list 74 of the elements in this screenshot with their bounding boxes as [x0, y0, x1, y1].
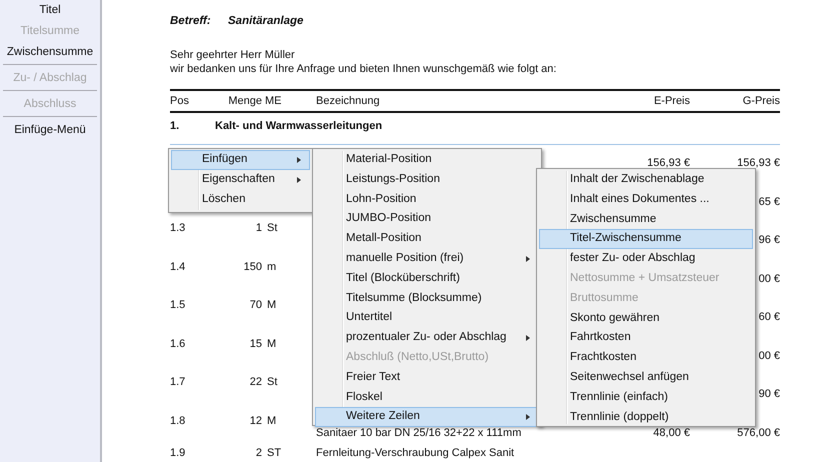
- table-cell: 70: [250, 299, 262, 311]
- column-header: Bezeichnung: [316, 94, 381, 109]
- sidebar-button[interactable]: Einfüge-Menü: [0, 121, 100, 142]
- menu-item[interactable]: Freier Text: [315, 368, 539, 388]
- table-cell-text: St: [266, 376, 278, 388]
- table-cell: 96 €: [758, 234, 780, 246]
- table-cell: Fernleitung-Verschraubung Calpex Sanit: [316, 447, 514, 459]
- menu-item[interactable]: Lohn-Position: [315, 190, 539, 210]
- subject-text: Sanitäranlage: [228, 15, 304, 27]
- sidebar-button[interactable]: Zwischensumme: [0, 43, 100, 64]
- menu-item[interactable]: manuelle Position (frei): [315, 248, 539, 269]
- menu-item[interactable]: Trennlinie (doppelt): [539, 408, 753, 428]
- section-title: Kalt- und Warmwasserleitungen: [215, 119, 384, 134]
- menu-item[interactable]: Fahrtkosten: [539, 328, 753, 348]
- sidebar-button[interactable]: Titel: [0, 1, 100, 22]
- table-cell: 15: [250, 338, 262, 350]
- table-cell-text: M: [266, 414, 278, 426]
- table-cell-text: St: [266, 222, 278, 234]
- table-cell-text: 1.9: [170, 447, 186, 459]
- menu-item[interactable]: Weitere Zeilen: [315, 407, 539, 428]
- menu-item[interactable]: Inhalt eines Dokumentes ...: [539, 190, 753, 210]
- menu-item[interactable]: Trennlinie (einfach): [539, 388, 753, 408]
- menu-item[interactable]: Leistungs-Position: [315, 170, 539, 190]
- table-cell-text: ST: [266, 447, 282, 459]
- menu-item[interactable]: Material-Position: [315, 150, 539, 170]
- table-cell: 12: [250, 414, 262, 426]
- menu-item[interactable]: JUMBO-Position: [315, 209, 539, 230]
- menu-item[interactable]: Skonto gewähren: [539, 308, 753, 328]
- table-cell: 48,00 €: [653, 426, 690, 438]
- table-cell-text: 1.7: [170, 376, 186, 388]
- table-cell-text: 1.8: [170, 414, 186, 426]
- menu-item[interactable]: Titel-Zwischensumme: [539, 229, 753, 250]
- menu-item[interactable]: Inhalt der Zwischenablage: [539, 170, 753, 190]
- menu-item[interactable]: Einfügen: [171, 150, 310, 170]
- menu-item[interactable]: Untertitel: [315, 308, 539, 328]
- menu-item[interactable]: Titel (Blocküberschrift): [315, 268, 539, 289]
- column-header: Menge: [227, 94, 262, 109]
- table-cell-text: m: [266, 260, 278, 272]
- table-cell: 150: [244, 260, 262, 272]
- column-header: ME: [264, 94, 282, 109]
- menu-item[interactable]: Metall-Position: [315, 229, 539, 249]
- menu-item[interactable]: Floskel: [315, 388, 539, 408]
- table-cell: 576,00 €: [737, 426, 780, 438]
- menu-item[interactable]: Zwischensumme: [539, 210, 753, 230]
- table-cell: 156,93 €: [737, 157, 780, 169]
- column-header: G-Preis: [742, 94, 780, 109]
- menu-item[interactable]: Titelsumme (Blocksumme): [315, 288, 539, 308]
- table-cell: 2: [256, 447, 262, 459]
- menu-item[interactable]: Seitenwechsel anfügen: [539, 368, 753, 388]
- table-cell-text: 1.4: [170, 260, 186, 272]
- table-cell: 22: [250, 376, 262, 388]
- table-cell: 1: [256, 222, 262, 234]
- table-cell: Sanitaer 10 bar DN 25/16 32+22 x 111mm: [316, 426, 522, 438]
- table-cell: 90 €: [758, 388, 780, 400]
- menu-item[interactable]: prozentualer Zu- oder Abschlag: [315, 328, 539, 348]
- table-cell: 60 €: [758, 311, 780, 323]
- table-cell: 00 €: [758, 272, 780, 284]
- intro-text: wir bedanken uns für Ihre Anfrage und bieten Ihnen wunschgemäß wie folgt an:: [170, 62, 558, 76]
- menu-item[interactable]: Eigenschaften: [171, 170, 310, 190]
- menu-item[interactable]: fester Zu- oder Abschlag: [539, 249, 753, 269]
- subject-label: Betreff:: [170, 15, 212, 27]
- table-cell: 00 €: [758, 350, 780, 362]
- column-header: Pos: [170, 94, 190, 109]
- table-cell-text: 1.5: [170, 299, 186, 311]
- table-cell-text: 1.6: [170, 338, 186, 350]
- menu-item[interactable]: Löschen: [171, 190, 310, 210]
- salutation-text: Sehr geehrter Herr Müller: [170, 48, 296, 62]
- table-cell: 65 €: [758, 196, 780, 208]
- menu-item[interactable]: Frachtkosten: [539, 348, 753, 368]
- table-cell-text: M: [266, 299, 278, 311]
- table-cell: 156,93 €: [647, 157, 690, 169]
- table-cell-text: M: [266, 338, 278, 350]
- table-cell-text: 1.3: [170, 222, 186, 234]
- column-header: E-Preis: [652, 94, 690, 109]
